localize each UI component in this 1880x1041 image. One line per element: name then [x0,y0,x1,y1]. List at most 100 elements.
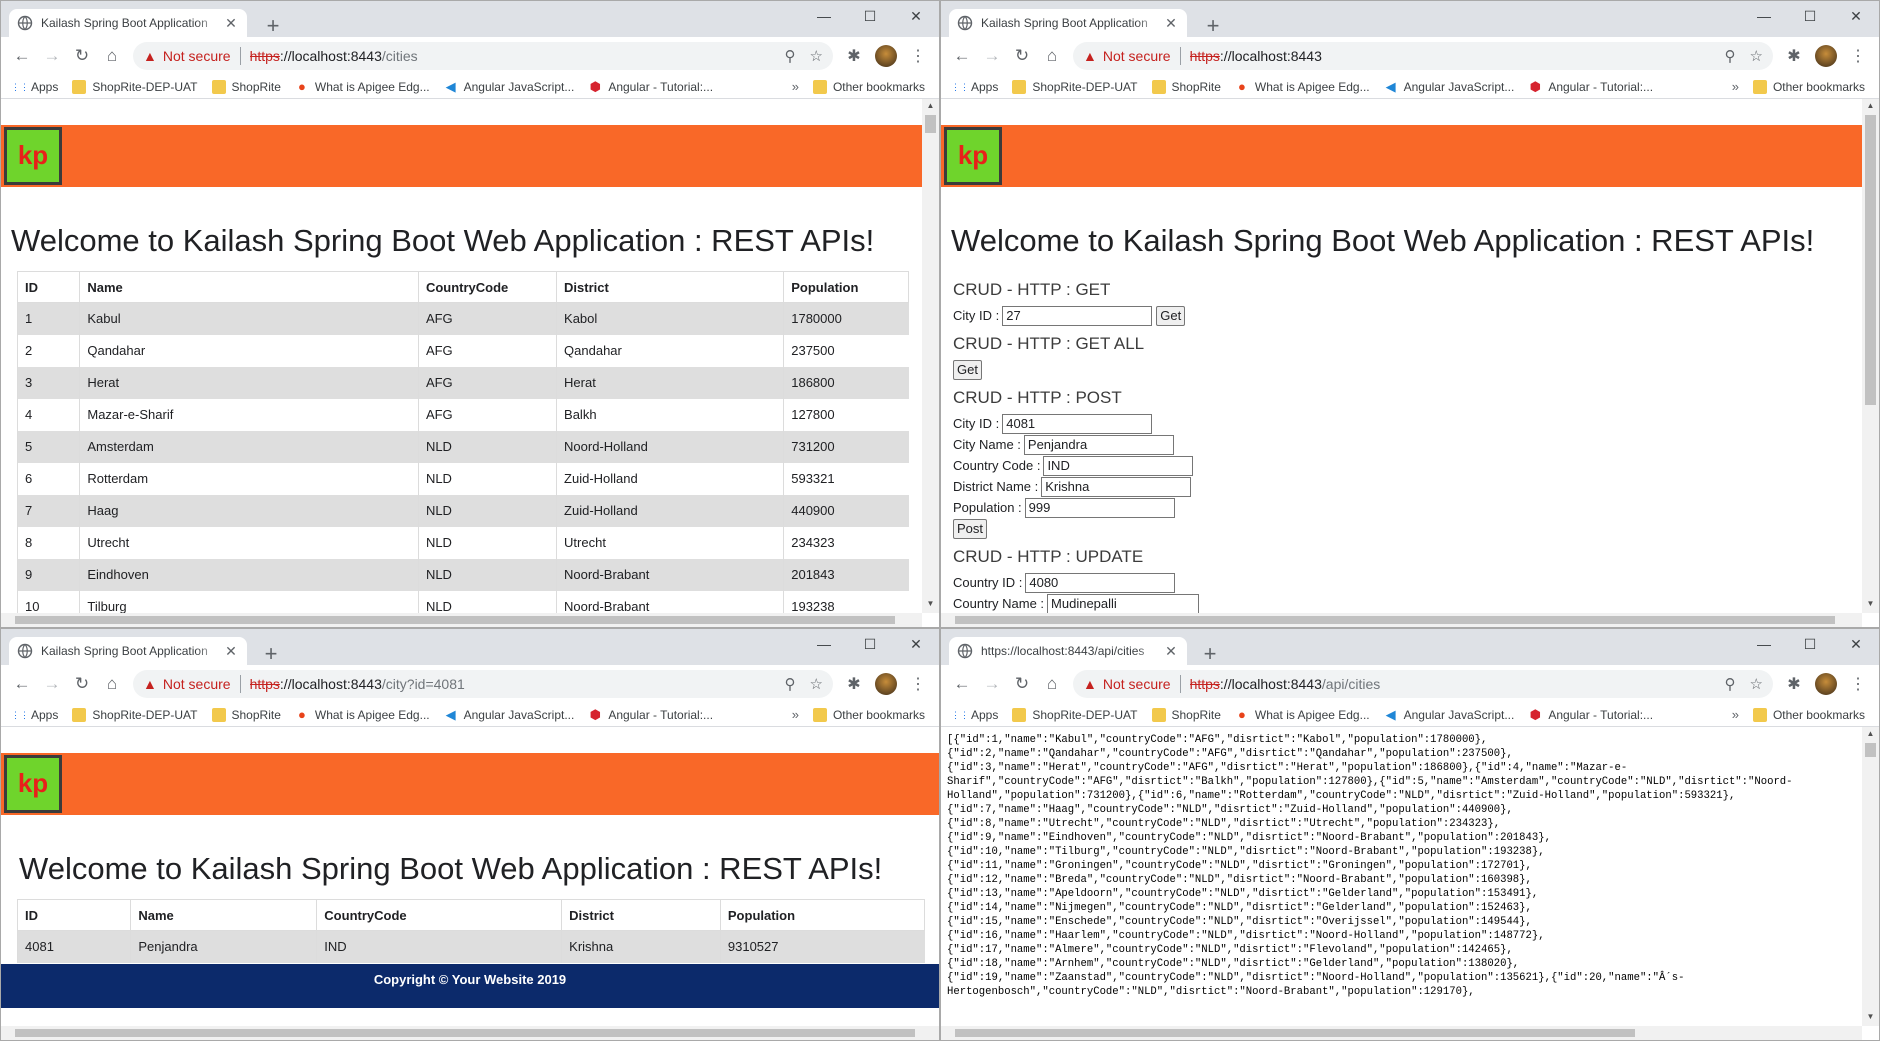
minimize-button[interactable]: — [1741,1,1787,31]
text-input[interactable]: IND [1043,455,1194,476]
bookmark-item[interactable]: ShopRite-DEP-UAT [1012,79,1138,94]
browser-tab[interactable]: Kailash Spring Boot Application ✕ [9,9,247,37]
url-text[interactable]: https://localhost:8443/api/cities [1190,676,1711,692]
home-icon[interactable]: ⌂ [1037,41,1067,71]
get-all-button[interactable]: Get [953,359,982,380]
back-icon[interactable]: ← [947,669,977,699]
bookmark-item[interactable]: ⬢ Angular - Tutorial:... [1528,707,1653,722]
zoom-icon[interactable]: ⚲ [1725,675,1736,693]
address-bar[interactable]: ▲ Not secure https://localhost:8443/citi… [133,42,833,70]
horizontal-scrollbar[interactable] [941,1026,1862,1040]
bookmark-item[interactable]: ● What is Apigee Edg... [295,707,430,722]
text-input[interactable]: Penjandra [1023,434,1174,455]
close-tab-icon[interactable]: ✕ [1163,643,1179,659]
maximize-button[interactable]: ☐ [1787,1,1833,31]
close-button[interactable]: ✕ [1833,629,1879,659]
star-icon[interactable]: ☆ [1750,47,1763,65]
not-secure-label[interactable]: Not secure [163,676,231,692]
bookmark-item[interactable]: ● What is Apigee Edg... [295,79,430,94]
url-text[interactable]: https://localhost:8443/cities [250,48,771,64]
extensions-icon[interactable]: ✱ [1779,46,1809,66]
other-bookmarks[interactable]: Other bookmarks [1752,79,1865,94]
bookmark-item[interactable]: ⋮⋮ Apps [11,80,58,94]
bookmarks-overflow-icon[interactable]: » [1732,707,1739,722]
bookmark-item[interactable]: ShopRite-DEP-UAT [72,707,198,722]
bookmark-item[interactable]: ShopRite [211,79,281,94]
bookmark-item[interactable]: ● What is Apigee Edg... [1235,707,1370,722]
address-bar[interactable]: ▲ Not secure https://localhost:8443/api/… [1073,670,1773,698]
bookmark-item[interactable]: ⬢ Angular - Tutorial:... [588,79,713,94]
profile-avatar[interactable] [875,673,897,695]
vertical-scrollbar[interactable]: ▲ ▼ [1862,99,1879,613]
close-button[interactable]: ✕ [1833,1,1879,31]
menu-icon[interactable]: ⋮ [903,46,933,66]
extensions-icon[interactable]: ✱ [839,46,869,66]
bookmarks-overflow-icon[interactable]: » [792,707,799,722]
close-tab-icon[interactable]: ✕ [223,15,239,31]
other-bookmarks[interactable]: Other bookmarks [1752,707,1865,722]
bookmark-item[interactable]: ShopRite [211,707,281,722]
other-bookmarks[interactable]: Other bookmarks [812,707,925,722]
get-button[interactable]: Get [1156,305,1186,326]
address-bar[interactable]: ▲ Not secure https://localhost:8443 ⚲ ☆ [1073,42,1773,70]
extensions-icon[interactable]: ✱ [839,674,869,694]
horizontal-scrollbar[interactable] [941,613,1862,627]
minimize-button[interactable]: — [801,1,847,31]
forward-icon[interactable]: → [37,669,67,699]
close-button[interactable]: ✕ [893,1,939,31]
home-icon[interactable]: ⌂ [97,41,127,71]
not-secure-label[interactable]: Not secure [163,48,231,64]
text-input[interactable]: 999 [1024,497,1175,518]
url-text[interactable]: https://localhost:8443 [1190,48,1711,64]
browser-tab[interactable]: Kailash Spring Boot Application ✕ [949,9,1187,37]
not-secure-label[interactable]: Not secure [1103,48,1171,64]
bookmark-item[interactable]: ◀ Angular JavaScript... [1384,707,1515,722]
close-button[interactable]: ✕ [893,629,939,659]
vertical-scrollbar[interactable]: ▲ ▼ [1862,727,1879,1026]
url-text[interactable]: https://localhost:8443/city?id=4081 [250,676,771,692]
zoom-icon[interactable]: ⚲ [785,47,796,65]
bookmark-item[interactable]: ShopRite [1151,79,1221,94]
forward-icon[interactable]: → [977,41,1007,71]
profile-avatar[interactable] [1815,673,1837,695]
post-button[interactable]: Post [953,518,988,539]
get-city-id-input[interactable]: 27 [1002,305,1153,326]
reload-icon[interactable]: ↻ [67,41,97,71]
menu-icon[interactable]: ⋮ [1843,46,1873,66]
browser-tab[interactable]: Kailash Spring Boot Application ✕ [9,637,247,665]
text-input[interactable]: Mudinepalli [1047,593,1200,614]
browser-tab[interactable]: https://localhost:8443/api/cities ✕ [949,637,1187,665]
bookmarks-overflow-icon[interactable]: » [792,79,799,94]
bookmark-item[interactable]: ⋮⋮ Apps [951,80,998,94]
bookmark-item[interactable]: ◀ Angular JavaScript... [444,79,575,94]
horizontal-scrollbar[interactable] [1,613,922,627]
bookmark-item[interactable]: ⋮⋮ Apps [11,708,58,722]
star-icon[interactable]: ☆ [810,675,823,693]
menu-icon[interactable]: ⋮ [903,674,933,694]
bookmark-item[interactable]: ⬢ Angular - Tutorial:... [588,707,713,722]
horizontal-scrollbar[interactable] [1,1026,939,1040]
reload-icon[interactable]: ↻ [1007,669,1037,699]
star-icon[interactable]: ☆ [810,47,823,65]
vertical-scrollbar[interactable]: ▲ ▼ [922,99,939,613]
bookmark-item[interactable]: ShopRite-DEP-UAT [1012,707,1138,722]
zoom-icon[interactable]: ⚲ [785,675,796,693]
forward-icon[interactable]: → [37,41,67,71]
bookmark-item[interactable]: ◀ Angular JavaScript... [1384,79,1515,94]
home-icon[interactable]: ⌂ [97,669,127,699]
reload-icon[interactable]: ↻ [1007,41,1037,71]
forward-icon[interactable]: → [977,669,1007,699]
text-input[interactable]: Krishna [1041,476,1192,497]
maximize-button[interactable]: ☐ [847,1,893,31]
maximize-button[interactable]: ☐ [1787,629,1833,659]
zoom-icon[interactable]: ⚲ [1725,47,1736,65]
back-icon[interactable]: ← [947,41,977,71]
extensions-icon[interactable]: ✱ [1779,674,1809,694]
other-bookmarks[interactable]: Other bookmarks [812,79,925,94]
text-input[interactable]: 4080 [1025,572,1176,593]
reload-icon[interactable]: ↻ [67,669,97,699]
menu-icon[interactable]: ⋮ [1843,674,1873,694]
bookmark-item[interactable]: ⬢ Angular - Tutorial:... [1528,79,1653,94]
bookmarks-overflow-icon[interactable]: » [1732,79,1739,94]
bookmark-item[interactable]: ⋮⋮ Apps [951,708,998,722]
